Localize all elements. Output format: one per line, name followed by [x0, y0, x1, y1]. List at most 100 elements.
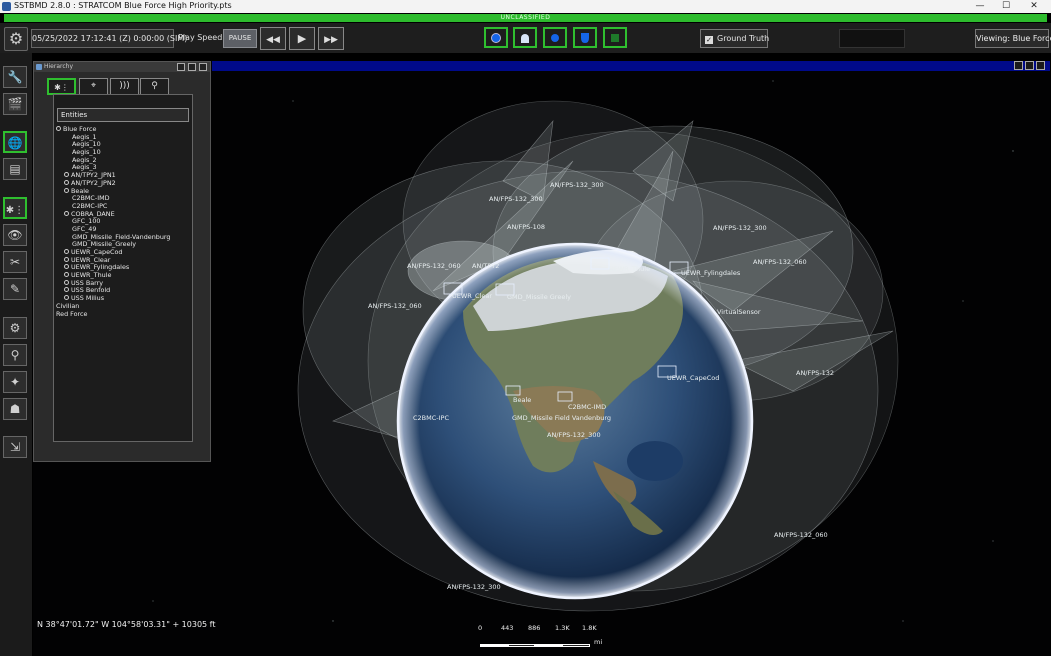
rewind-icon: ◀◀ — [266, 35, 280, 45]
tab-locations[interactable]: ⚲ — [140, 78, 169, 95]
sidebar-operator-button[interactable]: ☗ — [3, 398, 27, 420]
sidebar-targets-button[interactable]: ✦ — [3, 371, 27, 393]
map-label[interactable]: AN/FPS-132_300 — [447, 583, 501, 591]
expand-toggle-icon[interactable] — [56, 126, 61, 131]
tree-row-label: Red Force — [56, 309, 88, 318]
crosshair-icon: ⌖ — [90, 81, 97, 91]
gear-icon: ⚙ — [8, 29, 24, 48]
sidebar-globe-button[interactable]: 🌐 — [3, 131, 27, 153]
ground-truth-checkbox[interactable]: ✓ — [705, 36, 713, 44]
cog-icon: ⚙ — [9, 321, 21, 335]
sidebar-settings-button[interactable]: ⚙ — [3, 317, 27, 339]
map-label[interactable]: AN/FPS-108 — [507, 223, 545, 231]
map-label[interactable]: AN/FPS-132_060 — [753, 258, 807, 266]
sidebar-sensor-button[interactable]: ⚲ — [3, 344, 27, 366]
entity-tree[interactable]: Entities Blue Force Aegis_1 Aegis_10 Aegis_… — [53, 94, 193, 442]
expand-toggle-icon[interactable] — [64, 287, 69, 293]
tab-targets[interactable]: ⌖ — [79, 78, 108, 95]
scale-unit: mi — [594, 638, 603, 646]
settings-button[interactable]: ⚙ — [4, 27, 28, 51]
expand-toggle-icon[interactable] — [64, 264, 69, 270]
map-label[interactable]: UEWR_CapeCod — [667, 374, 719, 382]
map-label[interactable]: AN/FPS-132_300 — [713, 224, 767, 232]
map-label[interactable]: AN/FPS-132_300 — [547, 431, 601, 439]
window-title: SSTBMD 2.8.0 : STRATCOM Blue Force High … — [14, 1, 232, 10]
panel-close-button[interactable] — [199, 63, 207, 71]
map-label[interactable]: Beale — [513, 396, 531, 404]
expand-toggle-icon[interactable] — [64, 179, 69, 185]
expand-toggle-icon[interactable] — [64, 172, 69, 178]
status-display — [839, 29, 905, 48]
rewind-button[interactable]: ◀◀ — [260, 27, 286, 50]
fast-forward-button[interactable]: ▶▶ — [318, 27, 344, 50]
panel-restore-button[interactable] — [188, 63, 196, 71]
map-label[interactable]: AN/FPS-132 — [796, 369, 834, 377]
expand-toggle-icon[interactable] — [64, 295, 69, 301]
scale-segment — [480, 644, 508, 647]
expand-toggle-icon[interactable] — [64, 210, 69, 216]
filter-sea-button[interactable] — [543, 27, 567, 48]
app-icon — [2, 2, 11, 11]
panel-minimize-button[interactable] — [177, 63, 185, 71]
sidebar-entity-editor-button[interactable]: ✎ — [3, 278, 27, 300]
map-label[interactable]: GMD_Missile Field Vandenburg — [512, 414, 611, 422]
sidebar-tools-button[interactable]: 🔧 — [3, 66, 27, 88]
expand-toggle-icon[interactable] — [64, 272, 69, 278]
viewport-restore-button[interactable] — [1025, 61, 1034, 70]
map-label[interactable]: UEWR_Clear — [452, 292, 492, 300]
map-label[interactable]: AN/TPY2 — [472, 262, 499, 270]
map-label[interactable]: AN/FPS-132_060 — [368, 302, 422, 310]
fast-forward-icon: ▶▶ — [324, 35, 338, 45]
viewport-minimize-button[interactable] — [1014, 61, 1023, 70]
shield-symbol-icon — [581, 33, 589, 43]
map-label[interactable]: C2BMC-IPC — [413, 414, 449, 422]
map-label[interactable]: GMD_Missile Greely — [507, 293, 571, 301]
sidebar-edit-tools-button[interactable]: ✂ — [3, 251, 27, 273]
entity-edit-icon: ✎ — [9, 282, 21, 296]
sidebar-visibility-button[interactable]: 👁 — [3, 224, 27, 246]
clapperboard-icon: 🎬 — [7, 97, 23, 111]
window-titlebar: SSTBMD 2.8.0 : STRATCOM Blue Force High … — [0, 0, 1051, 13]
map-label[interactable]: C2BMC-IMD — [568, 403, 606, 411]
sidebar-scenario-button[interactable]: 🎬 — [3, 93, 27, 115]
entities-icon: ✱⋮ — [54, 83, 69, 92]
map-label[interactable]: VirtualSensor — [717, 308, 761, 316]
filter-air-button[interactable] — [484, 27, 508, 48]
map-label[interactable]: AN/FPS-132_300 — [489, 195, 543, 203]
viewing-force-selector[interactable]: Viewing: Blue Force — [975, 29, 1051, 48]
sensor-icon: ⚲ — [10, 348, 20, 362]
minimize-button[interactable]: — — [967, 0, 993, 13]
map-label[interactable]: AN/FPS-132_060 — [407, 262, 461, 270]
scale-tick: 0 — [478, 624, 483, 632]
expand-toggle-icon[interactable] — [64, 256, 69, 262]
tools-icon: ✂ — [9, 255, 21, 269]
sidebar-hierarchy-button[interactable]: ✱⋮ — [3, 197, 27, 219]
map-label[interactable]: UEWR_Thule — [609, 265, 650, 273]
filter-subsurface-button[interactable] — [573, 27, 597, 48]
simulation-datetime: 05/25/2022 17:12:41 (Z) 0:00:00 (SIM) — [31, 29, 187, 48]
play-button[interactable]: ▶ — [289, 27, 315, 50]
tab-sensors[interactable]: ))) — [110, 78, 139, 95]
monitor-icon: ▤ — [9, 162, 21, 176]
ground-truth-toggle[interactable]: ✓ Ground Truth — [700, 29, 769, 48]
sidebar-export-button[interactable]: ⇲ — [3, 436, 27, 458]
map-label[interactable]: AN/FPS-132_300 — [550, 181, 604, 189]
expand-toggle-icon[interactable] — [64, 187, 69, 193]
export-icon: ⇲ — [9, 440, 21, 454]
expand-toggle-icon[interactable] — [64, 279, 69, 285]
sidebar-display-button[interactable]: ▤ — [3, 158, 27, 180]
globe-icon: 🌐 — [7, 136, 23, 150]
map-label[interactable]: AN/FPS-132_060 — [774, 531, 828, 539]
tab-entities[interactable]: ✱⋮ — [47, 78, 76, 95]
viewport-close-button[interactable] — [1036, 61, 1045, 70]
map-label[interactable]: UEWR_Fylingdales — [681, 269, 740, 277]
viewport-titlebar — [212, 61, 1050, 71]
pause-button[interactable]: PAUSE — [223, 29, 257, 48]
expand-toggle-icon[interactable] — [64, 249, 69, 254]
close-button[interactable]: ✕ — [1021, 0, 1047, 13]
maximize-button[interactable]: ☐ — [993, 0, 1019, 13]
tree-row[interactable]: Red Force — [56, 309, 192, 319]
filter-installation-button[interactable] — [603, 27, 627, 48]
circle-symbol-icon — [491, 33, 501, 43]
filter-ground-unit-button[interactable] — [513, 27, 537, 48]
